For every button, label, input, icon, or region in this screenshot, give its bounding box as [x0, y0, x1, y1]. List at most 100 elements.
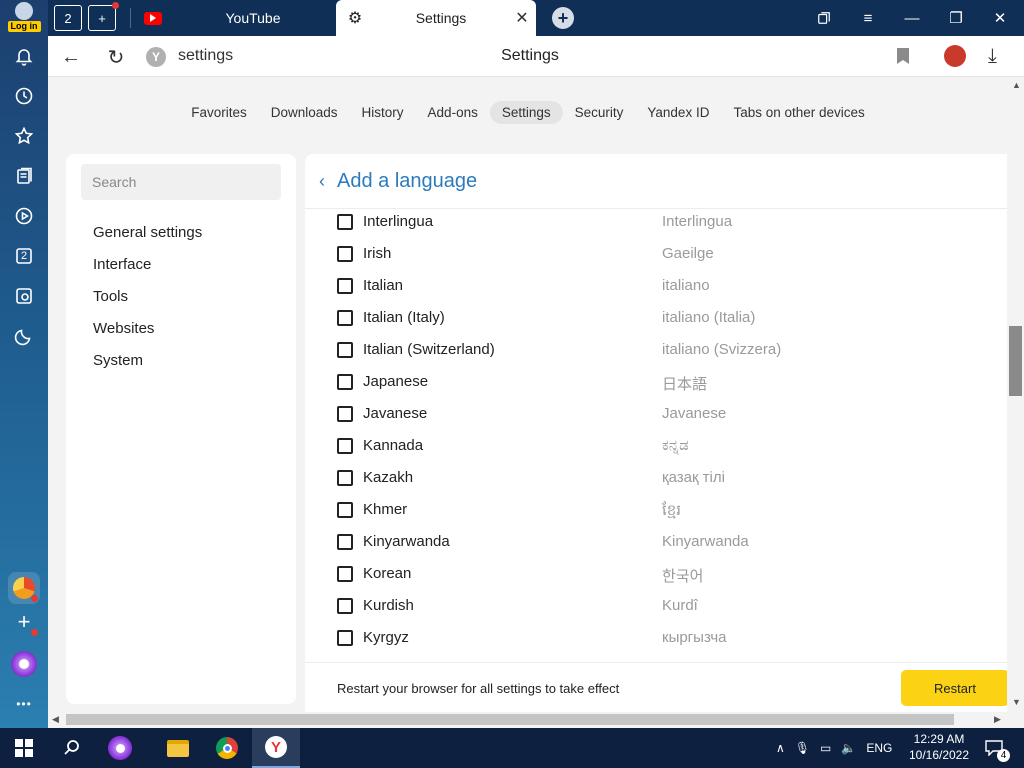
- nav-tabs-other-devices[interactable]: Tabs on other devices: [721, 101, 876, 124]
- settings-search-input[interactable]: [81, 164, 281, 200]
- bell-icon[interactable]: [8, 40, 40, 72]
- plus-icon[interactable]: +: [8, 606, 40, 638]
- nav-add-ons[interactable]: Add-ons: [416, 101, 490, 124]
- horizontal-scrollbar-thumb[interactable]: [66, 714, 954, 725]
- language-row[interactable]: Kannada ಕನ್ನಡ: [305, 434, 1007, 466]
- collections-icon[interactable]: [8, 160, 40, 192]
- language-checkbox[interactable]: [337, 566, 353, 582]
- scroll-down-icon[interactable]: ▼: [1012, 697, 1021, 707]
- minimize-icon[interactable]: —: [890, 0, 934, 36]
- chevron-up-icon[interactable]: ∧: [776, 741, 785, 755]
- browser-sidebar: Log in 2 + •••: [0, 0, 48, 728]
- menu-general-settings[interactable]: General settings: [93, 224, 202, 241]
- search-icon[interactable]: [48, 728, 96, 768]
- alice-icon[interactable]: [8, 648, 40, 680]
- language-checkbox[interactable]: [337, 438, 353, 454]
- scroll-right-icon[interactable]: ▶: [994, 714, 1001, 725]
- moon-icon[interactable]: [8, 320, 40, 352]
- language-row-partial[interactable]: [305, 658, 1007, 661]
- language-checkbox[interactable]: [337, 470, 353, 486]
- language-row[interactable]: Italian (Italy) italiano (Italia): [305, 306, 1007, 338]
- notification-count: 4: [997, 749, 1010, 762]
- language-row[interactable]: Kinyarwanda Kinyarwanda: [305, 530, 1007, 562]
- language-row[interactable]: Irish Gaeilge: [305, 242, 1007, 274]
- language-checkbox[interactable]: [337, 214, 353, 230]
- language-checkbox[interactable]: [337, 502, 353, 518]
- language-checkbox[interactable]: [337, 342, 353, 358]
- reload-icon[interactable]: ↻: [103, 44, 129, 70]
- alice-taskbar-icon[interactable]: [96, 728, 144, 768]
- language-name: Kannada: [363, 437, 424, 454]
- panel-title[interactable]: Add a language: [337, 170, 477, 193]
- restart-button[interactable]: Restart: [901, 670, 1007, 706]
- language-row[interactable]: Japanese 日本語: [305, 370, 1007, 402]
- tab-youtube[interactable]: YouTube: [134, 0, 334, 36]
- nav-downloads[interactable]: Downloads: [259, 101, 350, 124]
- login-label: Log in: [7, 21, 41, 32]
- nav-history[interactable]: History: [350, 101, 416, 124]
- language-checkbox[interactable]: [337, 598, 353, 614]
- new-tab-button[interactable]: +: [552, 7, 574, 29]
- menu-interface[interactable]: Interface: [93, 256, 151, 273]
- bookmark-icon[interactable]: [896, 47, 910, 65]
- language-row[interactable]: Javanese Javanese: [305, 402, 1007, 434]
- language-row[interactable]: Kurdish Kurdî: [305, 594, 1007, 626]
- language-row[interactable]: Kyrgyz кыргызча: [305, 626, 1007, 658]
- language-indicator[interactable]: ENG: [866, 741, 892, 755]
- language-row[interactable]: Kazakh қазақ тілі: [305, 466, 1007, 498]
- vertical-scrollbar-thumb[interactable]: [1009, 326, 1022, 396]
- language-checkbox[interactable]: [337, 374, 353, 390]
- language-checkbox[interactable]: [337, 278, 353, 294]
- chevron-left-icon[interactable]: ‹: [319, 171, 325, 192]
- network-icon[interactable]: ▭: [820, 741, 831, 755]
- home-tabs-button[interactable]: 2: [54, 5, 82, 31]
- clock[interactable]: 12:29 AM 10/16/2022: [906, 731, 972, 763]
- tabs-icon[interactable]: 2: [8, 240, 40, 272]
- pie-icon[interactable]: [8, 572, 40, 604]
- restore-icon[interactable]: ❐: [934, 0, 978, 36]
- windows-start-icon[interactable]: [0, 728, 48, 768]
- microphone-icon[interactable]: 🎙: [795, 741, 810, 755]
- language-checkbox[interactable]: [337, 406, 353, 422]
- tabs-sync-icon[interactable]: [802, 0, 846, 36]
- notification-center-icon[interactable]: 4: [972, 728, 1016, 768]
- menu-tools[interactable]: Tools: [93, 288, 128, 305]
- language-checkbox[interactable]: [337, 310, 353, 326]
- language-native-name: ಕನ್ನಡ: [662, 437, 689, 454]
- scroll-up-icon[interactable]: ▲: [1012, 80, 1021, 90]
- camera-icon[interactable]: [8, 280, 40, 312]
- language-row[interactable]: Italian (Switzerland) italiano (Svizzera): [305, 338, 1007, 370]
- language-checkbox[interactable]: [337, 246, 353, 262]
- chrome-icon[interactable]: [203, 728, 251, 768]
- menu-system[interactable]: System: [93, 352, 143, 369]
- nav-favorites[interactable]: Favorites: [179, 101, 259, 124]
- login-button[interactable]: Log in: [4, 2, 44, 34]
- nav-settings[interactable]: Settings: [489, 101, 563, 124]
- language-row[interactable]: Italian italiano: [305, 274, 1007, 306]
- url-field[interactable]: settings: [178, 47, 233, 65]
- close-window-icon[interactable]: ✕: [978, 0, 1022, 36]
- clock-icon[interactable]: [8, 80, 40, 112]
- nav-security[interactable]: Security: [563, 101, 636, 124]
- language-row[interactable]: Korean 한국어: [305, 562, 1007, 594]
- yandex-browser-icon[interactable]: Y: [252, 728, 300, 768]
- close-tab-icon[interactable]: ✕: [508, 8, 536, 28]
- menu-websites[interactable]: Websites: [93, 320, 154, 337]
- file-explorer-icon[interactable]: [154, 728, 202, 768]
- more-icon[interactable]: •••: [8, 688, 40, 720]
- new-tab-group-icon[interactable]: +: [88, 2, 119, 31]
- back-arrow-icon[interactable]: ←: [58, 44, 84, 70]
- tab-settings[interactable]: ⚙ Settings ✕: [336, 0, 536, 36]
- language-row[interactable]: Khmer ខ្មែរ: [305, 498, 1007, 530]
- language-checkbox[interactable]: [337, 630, 353, 646]
- extension-icon[interactable]: [944, 45, 966, 67]
- download-icon[interactable]: ⤓: [988, 45, 997, 68]
- volume-icon[interactable]: 🔈: [841, 741, 856, 755]
- menu-icon[interactable]: ≡: [846, 0, 890, 36]
- nav-yandex-id[interactable]: Yandex ID: [635, 101, 721, 124]
- language-checkbox[interactable]: [337, 534, 353, 550]
- scroll-left-icon[interactable]: ◀: [52, 714, 59, 725]
- star-icon[interactable]: [8, 120, 40, 152]
- language-row[interactable]: Interlingua Interlingua: [305, 210, 1007, 242]
- play-icon[interactable]: [8, 200, 40, 232]
